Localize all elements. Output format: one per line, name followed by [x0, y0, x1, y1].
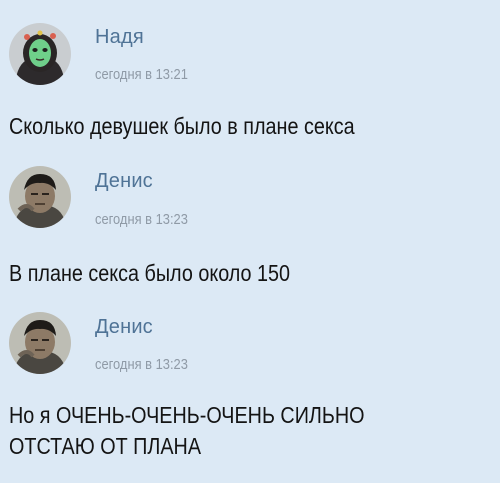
message-timestamp: сегодня в 13:23: [95, 356, 188, 373]
message-text-line: В плане секса было около 150: [9, 260, 291, 286]
message-timestamp: сегодня в 13:21: [95, 66, 188, 83]
user-avatar-man-icon: [9, 312, 71, 374]
user-avatar-man-icon: [9, 166, 71, 228]
message-timestamp: сегодня в 13:23: [95, 211, 188, 228]
message-text: Но я ОЧЕНЬ-ОЧЕНЬ-ОЧЕНЬ СИЛЬНО ОТСТАЮ ОТ …: [9, 400, 413, 462]
avatar[interactable]: [9, 166, 71, 228]
message-text-line: Но я ОЧЕНЬ-ОЧЕНЬ-ОЧЕНЬ СИЛЬНО: [9, 402, 365, 428]
avatar[interactable]: [9, 312, 71, 374]
message-text: Сколько девушек было в плане секса: [9, 111, 413, 142]
message-text-line: ОТСТАЮ ОТ ПЛАНА: [9, 433, 202, 459]
message-author[interactable]: Надя: [95, 26, 144, 49]
message-text-line: Сколько девушек было в плане секса: [9, 113, 355, 139]
avatar[interactable]: [9, 23, 71, 85]
message-author[interactable]: Денис: [95, 316, 153, 339]
message-text: В плане секса было около 150: [9, 258, 413, 289]
message-author[interactable]: Денис: [95, 170, 153, 193]
user-avatar-zombie-girl-icon: [9, 23, 71, 85]
